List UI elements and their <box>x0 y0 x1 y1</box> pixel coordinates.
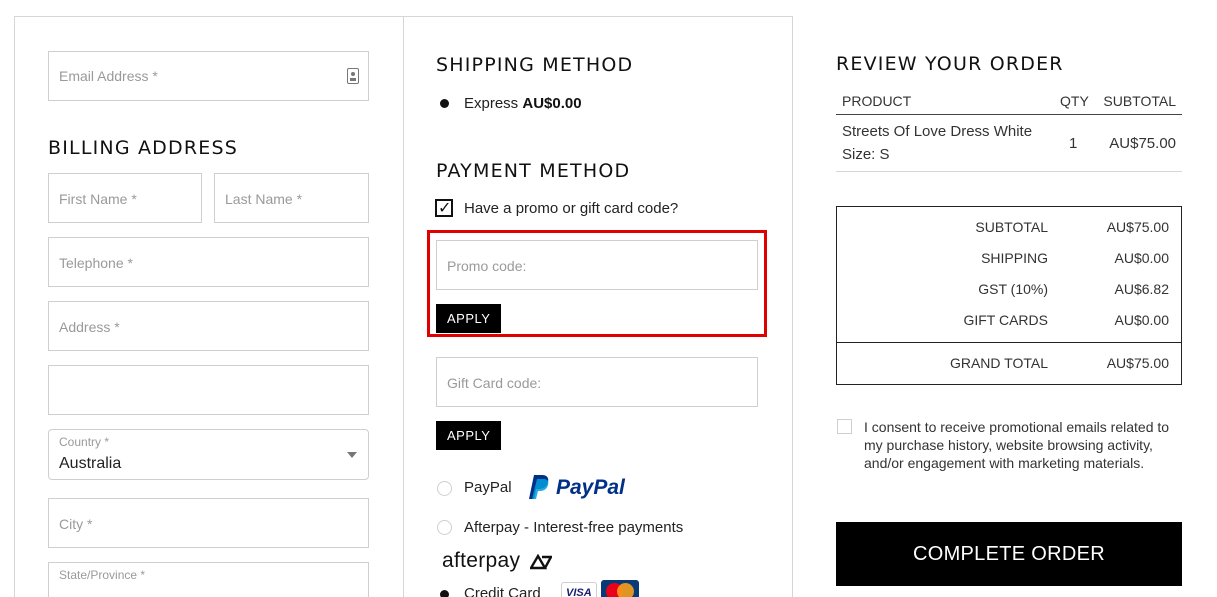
visa-icon: VISA <box>561 582 597 597</box>
consent-checkbox[interactable] <box>837 419 852 434</box>
city-placeholder: City * <box>59 516 93 532</box>
state-label: State/Province * <box>59 568 146 582</box>
item-qty: 1 <box>1069 135 1078 152</box>
credit-card-radio[interactable] <box>437 587 452 597</box>
state-select[interactable]: State/Province * <box>48 562 369 597</box>
item-name: Streets Of Love Dress White <box>842 123 1033 140</box>
gift-card-field[interactable]: Gift Card code: <box>436 357 758 407</box>
shipping-option-price: AU$0.00 <box>522 95 582 112</box>
gift-card-placeholder: Gift Card code: <box>447 375 542 391</box>
subtotal-label: SUBTOTAL <box>975 219 1048 235</box>
paypal-label[interactable]: PayPal <box>464 479 512 496</box>
afterpay-radio[interactable] <box>437 520 452 535</box>
chevron-down-icon <box>347 452 357 458</box>
gift-cards-label: GIFT CARDS <box>963 312 1048 328</box>
gift-card-apply-button[interactable]: APPLY <box>436 421 502 450</box>
country-select[interactable]: Country * Australia <box>48 429 369 480</box>
email-placeholder: Email Address * <box>59 68 158 84</box>
credit-card-label[interactable]: Credit Card <box>464 585 541 597</box>
promo-checkbox[interactable]: ✓ <box>435 198 453 217</box>
country-value: Australia <box>59 455 122 472</box>
payment-method-title: PAYMENT METHOD <box>436 160 631 182</box>
shipping-method-title: SHIPPING METHOD <box>436 54 634 76</box>
address-line2-field[interactable] <box>48 365 369 415</box>
item-subtotal: AU$75.00 <box>1109 135 1176 152</box>
last-name-placeholder: Last Name * <box>225 191 303 207</box>
first-name-field[interactable]: First Name * <box>48 173 202 223</box>
email-field[interactable]: Email Address * <box>48 51 369 101</box>
address-placeholder: Address * <box>59 319 120 335</box>
gst-value: AU$6.82 <box>1114 281 1169 297</box>
grand-total-value: AU$75.00 <box>1106 355 1169 371</box>
subtotal-header: SUBTOTAL <box>1103 93 1176 109</box>
shipping-value: AU$0.00 <box>1114 250 1169 266</box>
review-order-title: REVIEW YOUR ORDER <box>836 53 1064 75</box>
order-totals-box: SUBTOTAL AU$75.00 SHIPPING AU$0.00 GST (… <box>836 206 1182 385</box>
paypal-mark-icon <box>529 475 549 499</box>
afterpay-wordmark: afterpay <box>442 549 521 572</box>
telephone-placeholder: Telephone * <box>59 255 133 271</box>
highlight-box <box>427 230 767 337</box>
complete-order-button[interactable]: COMPLETE ORDER <box>836 522 1182 586</box>
afterpay-label[interactable]: Afterpay - Interest-free payments <box>464 519 683 536</box>
gst-label: GST (10%) <box>978 281 1048 297</box>
address-field[interactable]: Address * <box>48 301 369 351</box>
review-header-row: PRODUCT QTY SUBTOTAL <box>836 90 1182 115</box>
shipping-express-radio[interactable] <box>437 96 452 111</box>
afterpay-arrows-icon <box>530 554 552 570</box>
afterpay-logo: afterpay <box>442 549 552 575</box>
totals-divider <box>837 342 1181 343</box>
paypal-wordmark: PayPal <box>556 476 625 499</box>
consent-text: I consent to receive promotional emails … <box>864 419 1170 471</box>
telephone-field[interactable]: Telephone * <box>48 237 369 287</box>
subtotal-value: AU$75.00 <box>1106 219 1169 235</box>
country-label: Country * <box>59 435 110 449</box>
qty-header: QTY <box>1060 93 1089 109</box>
product-header: PRODUCT <box>842 93 912 109</box>
billing-address-title: BILLING ADDRESS <box>48 137 238 159</box>
item-size: Size: S <box>842 146 890 163</box>
visa-wordmark: VISA <box>566 587 592 597</box>
gift-cards-value: AU$0.00 <box>1114 312 1169 328</box>
checkmark-icon: ✓ <box>438 198 452 217</box>
contact-card-icon <box>347 68 359 84</box>
city-field[interactable]: City * <box>48 498 369 548</box>
mastercard-icon <box>601 580 639 597</box>
first-name-placeholder: First Name * <box>59 191 137 207</box>
promo-checkbox-label[interactable]: Have a promo or gift card code? <box>464 200 678 217</box>
shipping-express-label[interactable]: Express AU$0.00 <box>464 95 582 112</box>
shipping-option-name: Express <box>464 95 519 112</box>
shipping-label: SHIPPING <box>981 250 1048 266</box>
order-item-row: Streets Of Love Dress White Size: S 1 AU… <box>836 116 1182 172</box>
paypal-radio[interactable] <box>437 481 452 496</box>
last-name-field[interactable]: Last Name * <box>214 173 369 223</box>
grand-total-label: GRAND TOTAL <box>949 355 1048 371</box>
